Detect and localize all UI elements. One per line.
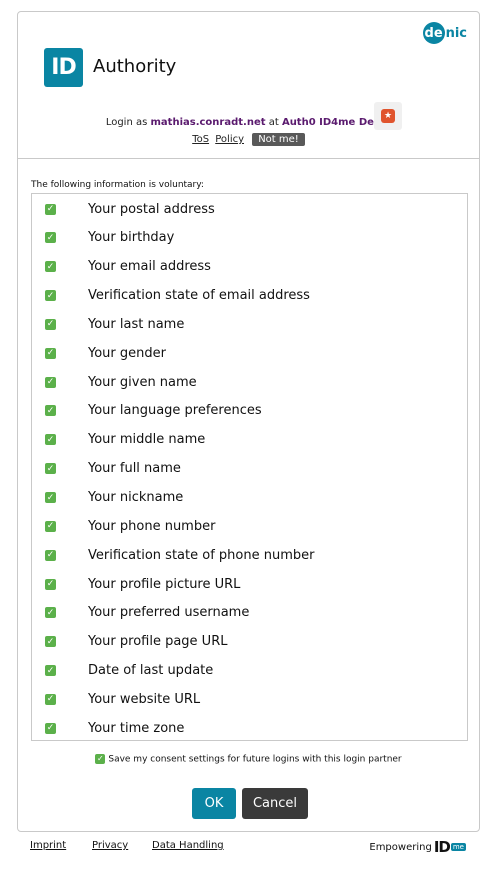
claim-checkbox[interactable]: ✓: [45, 520, 56, 532]
star-icon: ★: [381, 109, 395, 123]
claim-checkbox[interactable]: ✓: [45, 434, 56, 446]
claim-checkbox[interactable]: ✓: [45, 693, 56, 705]
not-me-button[interactable]: Not me!: [252, 133, 305, 146]
claim-label: Your given name: [88, 374, 197, 390]
claim-label: Your profile page URL: [88, 634, 228, 650]
claim-row[interactable]: ✓ Your last name: [32, 315, 467, 333]
claim-row[interactable]: ✓ Your postal address: [32, 200, 467, 218]
claim-checkbox[interactable]: ✓: [45, 261, 56, 273]
claim-checkbox[interactable]: ✓: [45, 405, 56, 417]
claim-row[interactable]: ✓ Verification state of phone number: [32, 546, 467, 564]
claim-label: Your last name: [88, 316, 185, 332]
data-handling-link[interactable]: Data Handling: [152, 840, 224, 851]
claim-label: Your birthday: [88, 230, 175, 246]
claim-checkbox[interactable]: ✓: [45, 290, 56, 302]
empowering-text: Empowering: [369, 841, 432, 853]
footer-privacy[interactable]: Privacy: [92, 840, 128, 851]
claim-checkbox[interactable]: ✓: [45, 376, 56, 388]
claim-label: Your full name: [88, 461, 181, 477]
claim-label: Your email address: [88, 259, 211, 275]
login-prefix: Login as: [105, 117, 148, 128]
login-line: Login as mathias.conradt.net at Auth0 ID…: [18, 117, 479, 128]
claim-row[interactable]: ✓ Your email address: [32, 258, 467, 276]
consent-label: Save my consent settings for future logi…: [108, 754, 402, 765]
relying-party-icon: ★: [374, 102, 402, 130]
claim-checkbox[interactable]: ✓: [45, 463, 56, 475]
claim-row[interactable]: ✓ Your birthday: [32, 229, 467, 247]
imprint-link[interactable]: Imprint: [30, 840, 66, 851]
cancel-button[interactable]: Cancel: [242, 788, 308, 819]
denic-logo-mark: de: [422, 22, 445, 44]
claims-list: ✓ Your postal address ✓ Your birthday ✓ Your …: [31, 193, 468, 741]
info-title: The following information is voluntary:: [31, 180, 204, 190]
claim-row[interactable]: ✓ Your full name: [32, 460, 467, 478]
claim-label: Your language preferences: [88, 403, 262, 419]
claim-row[interactable]: ✓ Your language preferences: [32, 402, 467, 420]
claim-row[interactable]: ✓ Your middle name: [32, 431, 467, 449]
claim-row[interactable]: ✓ Verification state of email address: [32, 287, 467, 305]
privacy-link[interactable]: Privacy: [92, 840, 128, 851]
authority-name: Authority: [93, 56, 177, 77]
claim-row[interactable]: ✓ Your preferred username: [32, 604, 467, 622]
claim-checkbox[interactable]: ✓: [45, 203, 56, 215]
consent-card: de nic ID Authority Login as mathias.con…: [17, 11, 480, 832]
claim-row[interactable]: ✓ Your phone number: [32, 517, 467, 535]
claim-label: Your nickname: [88, 490, 184, 505]
claim-checkbox[interactable]: ✓: [45, 578, 56, 590]
denic-logo: de nic: [422, 22, 467, 44]
tos-link[interactable]: ToS: [192, 134, 209, 145]
claim-label: Your middle name: [88, 432, 206, 448]
login-at: at: [268, 117, 279, 128]
divider: [18, 158, 479, 159]
claim-checkbox[interactable]: ✓: [45, 722, 56, 734]
claim-label: Your phone number: [88, 518, 216, 534]
claim-checkbox[interactable]: ✓: [45, 318, 56, 330]
claim-checkbox[interactable]: ✓: [45, 607, 56, 619]
rp-links: ToS Policy Not me!: [18, 133, 479, 146]
claim-label: Your postal address: [88, 201, 215, 217]
claim-label: Verification state of phone number: [88, 547, 315, 563]
login-user: mathias.conradt.net: [150, 117, 266, 128]
claim-label: Your preferred username: [88, 605, 250, 621]
claim-row[interactable]: ✓ Your website URL: [32, 690, 467, 708]
claim-checkbox[interactable]: ✓: [45, 636, 56, 648]
consent-row[interactable]: ✓ Save my consent settings for future log…: [18, 754, 479, 765]
claim-checkbox[interactable]: ✓: [45, 232, 56, 244]
claim-checkbox[interactable]: ✓: [45, 492, 56, 503]
claim-checkbox[interactable]: ✓: [45, 665, 56, 677]
claim-checkbox[interactable]: ✓: [45, 549, 56, 561]
claim-label: Your time zone: [88, 720, 185, 736]
claim-label: Your gender: [88, 345, 166, 361]
authority-logo: ID: [44, 48, 83, 87]
claim-label: Date of last update: [88, 663, 214, 679]
id4me-logo-sub: me: [450, 843, 466, 851]
claim-row[interactable]: ✓ Your given name: [32, 373, 467, 391]
consent-checkbox[interactable]: ✓: [95, 754, 106, 764]
claim-row[interactable]: ✓ Date of last update: [32, 662, 467, 680]
claim-row[interactable]: ✓ Your profile page URL: [32, 633, 467, 651]
footer-data-handling[interactable]: Data Handling: [152, 840, 224, 851]
claim-label: Your website URL: [88, 691, 201, 707]
claim-row[interactable]: ✓ Your gender: [32, 344, 467, 362]
claim-row[interactable]: ✓ Your time zone: [32, 719, 467, 737]
claim-row[interactable]: ✓ Your profile picture URL: [32, 575, 467, 593]
footer-imprint[interactable]: Imprint: [30, 840, 66, 851]
claim-label: Verification state of email address: [88, 288, 310, 304]
claim-checkbox[interactable]: ✓: [45, 347, 56, 359]
policy-link[interactable]: Policy: [215, 134, 244, 145]
id4me-logo: ID: [433, 838, 451, 856]
claim-row[interactable]: ✓ Your nickname: [32, 489, 467, 507]
ok-button[interactable]: OK: [192, 788, 236, 819]
claim-label: Your profile picture URL: [88, 576, 241, 592]
empowering-badge: Empowering ID me: [369, 838, 466, 856]
denic-logo-text: nic: [445, 25, 467, 41]
